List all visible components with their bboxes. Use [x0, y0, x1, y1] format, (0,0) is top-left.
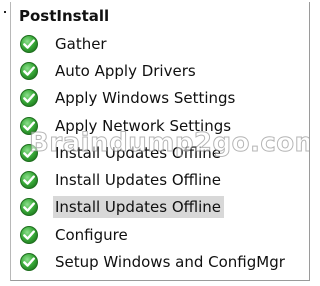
green-check-icon — [20, 116, 38, 135]
step-label: Install Updates Offline — [53, 196, 225, 219]
step-item[interactable]: Setup Windows and ConfigMgr — [19, 248, 305, 275]
step-label: Auto Apply Drivers — [55, 61, 196, 80]
step-label: Apply Windows Settings — [55, 89, 236, 108]
step-item[interactable]: Auto Apply Drivers — [19, 57, 305, 84]
green-check-icon — [20, 61, 38, 80]
step-item[interactable]: Configure — [19, 221, 305, 248]
green-check-icon — [20, 89, 38, 108]
step-item[interactable]: Install Updates Offline — [19, 166, 305, 193]
step-item[interactable]: Gather — [19, 30, 305, 57]
green-check-icon — [20, 171, 38, 190]
step-label: Install Updates Offline — [55, 143, 222, 162]
green-check-icon — [20, 198, 38, 217]
green-check-icon — [20, 225, 38, 244]
step-label: Gather — [55, 34, 107, 53]
screenshot-page: PostInstall Gather Auto Apply Drivers Ap… — [0, 0, 315, 286]
step-item[interactable]: Apply Network Settings — [19, 112, 305, 139]
task-sequence-panel: PostInstall Gather Auto Apply Drivers Ap… — [10, 2, 310, 281]
stray-dot — [4, 11, 6, 13]
step-item[interactable]: Install Updates Offline — [19, 139, 305, 166]
green-check-icon — [20, 143, 38, 162]
group-title[interactable]: PostInstall — [19, 7, 109, 25]
step-list: Gather Auto Apply Drivers Apply Windows … — [19, 30, 305, 276]
green-check-icon — [20, 34, 38, 53]
step-label: Setup Windows and ConfigMgr — [55, 253, 285, 272]
step-label: Apply Network Settings — [55, 116, 232, 135]
step-label: Configure — [55, 225, 128, 244]
green-check-icon — [20, 253, 38, 272]
step-label: Install Updates Offline — [55, 171, 222, 190]
step-item[interactable]: Apply Windows Settings — [19, 85, 305, 112]
step-item-selected[interactable]: Install Updates Offline — [19, 194, 305, 221]
